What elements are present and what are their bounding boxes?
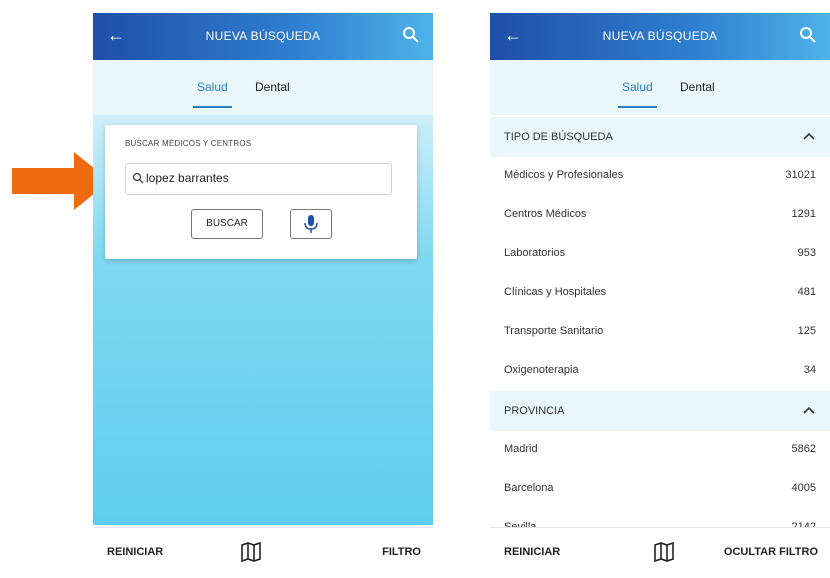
item-label: Barcelona (504, 482, 554, 494)
item-count: 31021 (785, 169, 816, 181)
tabs-bar: Salud Dental (490, 60, 830, 115)
hide-filter-button[interactable]: OCULTAR FILTRO (724, 546, 818, 558)
right-phone-screen: ← NUEVA BÚSQUEDA Salud Dental TIPO DE BÚ… (490, 13, 830, 578)
item-label: Laboratorios (504, 247, 566, 259)
reset-button[interactable]: REINICIAR (107, 546, 163, 558)
search-label: BUSCAR MÉDICOS Y CENTROS (125, 139, 252, 148)
tabs-bar: Salud Dental (93, 60, 433, 115)
item-label: Centros Médicos (504, 208, 587, 220)
search-input[interactable] (146, 168, 376, 188)
voice-search-button[interactable] (290, 209, 332, 239)
item-label: Clínicas y Hospitales (504, 286, 607, 298)
list-item[interactable]: Transporte Sanitario 125 (490, 313, 830, 352)
list-item[interactable]: Médicos y Profesionales 31021 (490, 157, 830, 196)
microphone-icon (304, 215, 318, 233)
item-label: Transporte Sanitario (504, 325, 604, 337)
bottom-bar: REINICIAR OCULTAR FILTRO (490, 527, 830, 578)
section-header-provincia[interactable]: PROVINCIA (490, 391, 830, 431)
search-field[interactable] (125, 163, 392, 195)
tab-dental[interactable]: Dental (255, 80, 290, 94)
list-item[interactable]: Laboratorios 953 (490, 235, 830, 274)
section-title: TIPO DE BÚSQUEDA (504, 131, 613, 143)
tab-salud[interactable]: Salud (193, 80, 232, 108)
section-title: PROVINCIA (504, 405, 565, 417)
item-count: 953 (797, 247, 816, 259)
tab-dental[interactable]: Dental (680, 80, 715, 94)
top-app-bar: ← NUEVA BÚSQUEDA (490, 13, 830, 60)
item-label: Oxigenoterapia (504, 364, 579, 376)
search-button[interactable]: BUSCAR (191, 209, 263, 239)
section-header-tipo[interactable]: TIPO DE BÚSQUEDA (490, 117, 830, 157)
tab-salud[interactable]: Salud (618, 80, 657, 108)
list-item[interactable]: Oxigenoterapia 34 (490, 352, 830, 391)
left-phone-screen: ← NUEVA BÚSQUEDA Salud Dental BUSCAR MÉD… (93, 13, 433, 578)
item-label: Madrid (504, 443, 538, 455)
search-icon[interactable] (401, 25, 421, 45)
search-icon[interactable] (798, 25, 818, 45)
filter-button[interactable]: FILTRO (382, 546, 421, 558)
page-title: NUEVA BÚSQUEDA (602, 29, 718, 43)
item-count: 125 (797, 325, 816, 337)
list-item[interactable]: Barcelona 4005 (490, 470, 830, 509)
bottom-bar: REINICIAR FILTRO (93, 527, 433, 578)
item-label: Médicos y Profesionales (504, 169, 624, 181)
item-count: 5862 (791, 443, 816, 455)
reset-button[interactable]: REINICIAR (504, 546, 560, 558)
search-card: BUSCAR MÉDICOS Y CENTROS BUSCAR (105, 125, 417, 259)
item-count: 1291 (791, 208, 816, 220)
magnifier-icon (132, 172, 144, 184)
list-item[interactable]: Madrid 5862 (490, 431, 830, 470)
top-app-bar: ← NUEVA BÚSQUEDA (93, 13, 433, 60)
map-icon[interactable] (240, 542, 262, 562)
item-count: 481 (797, 286, 816, 298)
page-title: NUEVA BÚSQUEDA (205, 29, 321, 43)
chevron-up-icon (803, 132, 815, 140)
item-count: 34 (803, 364, 816, 376)
list-item[interactable]: Clínicas y Hospitales 481 (490, 274, 830, 313)
chevron-up-icon (803, 406, 815, 414)
list-item[interactable]: Centros Médicos 1291 (490, 196, 830, 235)
map-icon[interactable] (653, 542, 675, 562)
item-count: 4005 (791, 482, 816, 494)
